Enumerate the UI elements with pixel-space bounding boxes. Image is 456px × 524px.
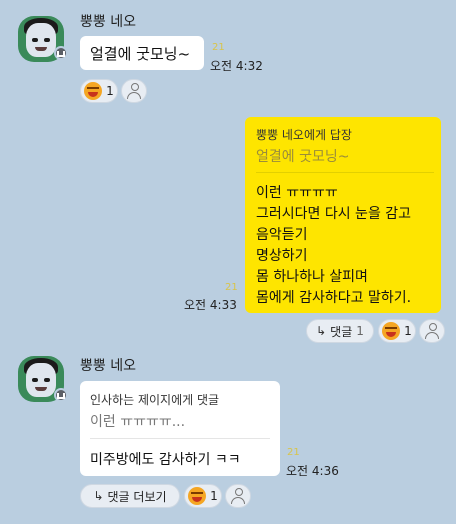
message-time: 오전 4:36 — [286, 464, 339, 478]
reaction-button[interactable]: 1 — [80, 79, 118, 103]
person-icon — [425, 323, 439, 339]
reply-message-bubble[interactable]: 뿡뿡 네오에게 답장 얼결에 굿모닝~ 이런 ㅠㅠㅠㅠ 그러시다면 다시 눈을 … — [245, 117, 441, 313]
reaction-button[interactable]: 1 — [378, 319, 416, 343]
reaction-count: 1 — [210, 489, 218, 503]
message-line: 이런 ㅠㅠㅠㅠ — [256, 185, 338, 201]
reaction-count: 1 — [106, 84, 114, 98]
reply-message-bubble[interactable]: 인사하는 제이지에게 댓글 이런 ㅠㅠㅠㅠ... 미주방에도 감사하기 ㅋㅋ — [80, 381, 280, 476]
message-line: 명상하기 — [256, 248, 308, 264]
message-text: 얼결에 굿모닝~ — [90, 45, 191, 63]
reaction-button[interactable]: 1 — [184, 484, 222, 508]
profile-badge-icon — [54, 388, 68, 402]
person-icon — [127, 83, 141, 99]
add-reaction-button[interactable] — [419, 319, 445, 343]
reply-header: 뿡뿡 네오에게 답장 — [256, 128, 352, 142]
reaction-count: 1 — [404, 324, 412, 338]
quoted-text: 얼결에 굿모닝~ — [256, 149, 350, 165]
quoted-text: 이런 ㅠㅠㅠㅠ... — [90, 414, 186, 430]
message-line: 그러시다면 다시 눈을 감고 — [256, 206, 412, 222]
message-time: 오전 4:32 — [210, 59, 263, 73]
more-replies-button[interactable]: ↳ 댓글 더보기 — [80, 484, 180, 508]
reply-count: 1 — [356, 324, 364, 338]
message-time: 오전 4:33 — [184, 298, 237, 312]
sender-name: 뿡뿡 네오 — [80, 358, 136, 374]
unread-count: 21 — [225, 282, 238, 293]
reply-arrow-icon: ↳ — [93, 489, 104, 503]
message-body: 이런 ㅠㅠㅠㅠ 그러시다면 다시 눈을 감고 음악듣기 명상하기 몸 하나하나 … — [256, 183, 411, 309]
reply-label: 댓글 — [330, 324, 353, 339]
reply-header: 인사하는 제이지에게 댓글 — [90, 393, 220, 407]
laughing-emoji-icon — [188, 487, 207, 505]
reply-arrow-icon: ↳ — [316, 324, 327, 338]
unread-count: 21 — [212, 42, 225, 53]
message-line: 몸에게 감사하다고 말하기. — [256, 290, 412, 306]
unread-count: 21 — [287, 447, 300, 458]
add-reaction-button[interactable] — [225, 484, 251, 508]
message-line: 몸 하나하나 살피며 — [256, 269, 368, 285]
reply-thread-button[interactable]: ↳ 댓글 1 — [306, 319, 374, 343]
message-line: 음악듣기 — [256, 227, 308, 243]
more-replies-label: 댓글 더보기 — [107, 489, 167, 504]
profile-badge-icon — [54, 46, 68, 60]
sender-name: 뿡뿡 네오 — [80, 14, 136, 30]
reply-divider — [256, 172, 434, 173]
laughing-emoji-icon — [84, 82, 103, 100]
reply-divider — [90, 438, 270, 439]
person-icon — [231, 488, 245, 504]
message-text: 미주방에도 감사하기 ㅋㅋ — [90, 452, 241, 468]
add-reaction-button[interactable] — [121, 79, 147, 103]
laughing-emoji-icon — [382, 322, 401, 340]
message-bubble[interactable]: 얼결에 굿모닝~ — [80, 36, 204, 70]
